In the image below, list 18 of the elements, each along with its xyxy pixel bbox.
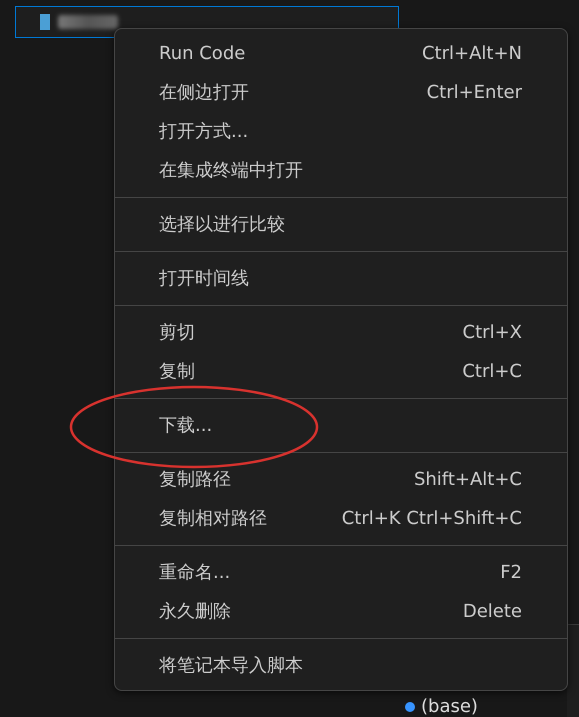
menu-item[interactable]: 在集成终端中打开 xyxy=(115,151,567,190)
file-icon xyxy=(38,13,52,31)
menu-item[interactable]: 下载... xyxy=(115,406,567,445)
menu-item[interactable]: 打开方式... xyxy=(115,112,567,151)
blurred-filename xyxy=(58,15,118,29)
menu-item[interactable]: 选择以进行比较 xyxy=(115,205,567,244)
status-dot xyxy=(405,702,415,712)
terminal-prompt: (base) xyxy=(421,696,478,717)
menu-item[interactable]: 将笔记本导入脚本 xyxy=(115,646,567,685)
menu-item[interactable]: 永久删除 Delete xyxy=(115,592,567,631)
menu-item[interactable]: Run Code Ctrl+Alt+N xyxy=(115,34,567,73)
menu-item[interactable]: 在侧边打开 Ctrl+Enter xyxy=(115,73,567,112)
menu-item[interactable]: 复制相对路径 Ctrl+K Ctrl+Shift+C xyxy=(115,499,567,538)
menu-item[interactable]: 重命名... F2 xyxy=(115,553,567,592)
menu-item[interactable]: 复制 Ctrl+C xyxy=(115,352,567,391)
menu-item[interactable]: 打开时间线 xyxy=(115,259,567,298)
menu-item[interactable]: 剪切 Ctrl+X xyxy=(115,313,567,352)
menu-item[interactable]: 复制路径 Shift+Alt+C xyxy=(115,460,567,499)
